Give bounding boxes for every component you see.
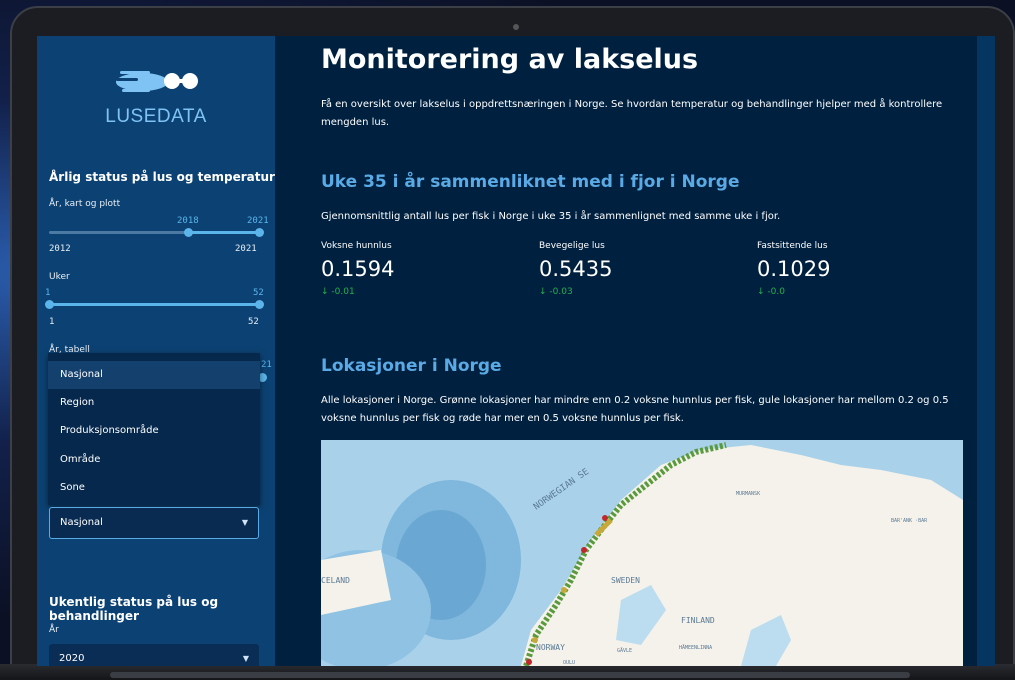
annual-status-heading: Årlig status på lus og temperatur [49,170,275,184]
metric-bevegelige-lus: Bevegelige lus 0.5435 ↓ -0.03 [539,241,739,297]
metric-voksne-hunnlus: Voksne hunnlus 0.1594 ↓ -0.01 [321,241,521,297]
weekly-year-label: År [49,625,59,635]
metric-delta: ↓ -0.01 [321,287,355,297]
year-slider-high-handle[interactable] [255,228,264,237]
week-comparison-heading: Uke 35 i år sammenliknet med i fjor i No… [321,172,740,192]
map-label-sweden: SWEDEN [611,576,640,585]
page-title: Monitorering av lakselus [321,44,699,75]
map-label-barents: BAR'ANK ·BAR [891,518,928,524]
map-label-norway: NORWAY [536,643,565,652]
year-slider-label: År, kart og plott [49,199,121,209]
intro-text: Få en oversikt over lakselus i oppdretts… [321,99,943,128]
dropdown-option-nasjonal[interactable]: Nasjonal [48,361,260,389]
app-window: LUSEDATA Årlig status på lus og temperat… [37,36,995,666]
sidebar: LUSEDATA Årlig status på lus og temperat… [37,36,275,666]
locations-description: Alle lokasjoner i Norge. Grønne lokasjon… [321,395,949,424]
arrow-down-icon: ↓ [757,287,765,297]
weeks-slider-low-handle[interactable] [45,300,54,309]
year-slider-min: 2012 [49,244,71,254]
laptop-base-notch [110,672,910,678]
locations-map[interactable]: NORWEGIAN SE CELAND SWEDEN FINLAND NORWA… [321,440,963,666]
level-dropdown-menu: Nasjonal Region Produksjonsområde Område… [48,353,260,505]
year-slider-high-value: 2021 [247,216,269,226]
metric-label: Fastsittende lus [757,241,828,251]
weeks-slider-label: Uker [49,272,70,282]
level-select[interactable]: Nasjonal ▼ [49,507,259,539]
year-slider-low-value: 2018 [177,216,199,226]
metric-delta: ↓ -0.0 [757,287,785,297]
level-select-value: Nasjonal [60,517,103,528]
year-slider-range [189,231,259,234]
weeks-slider-high-value: 52 [253,288,264,298]
chevron-down-icon: ▼ [242,654,249,663]
year-slider-low-handle[interactable] [184,228,193,237]
map-label-iceland: CELAND [321,576,350,585]
arrow-down-icon: ↓ [321,287,329,297]
weeks-slider-min: 1 [49,317,55,327]
scrollbar-strip[interactable] [977,36,995,666]
chevron-down-icon: ▼ [241,518,248,527]
weekly-year-select-value: 2020 [59,653,85,664]
map-label-gavle: GÄVLE [617,647,632,654]
dropdown-option-produksjonsomrade[interactable]: Produksjonsområde [48,417,260,445]
metric-label: Bevegelige lus [539,241,605,251]
weeks-slider-high-handle[interactable] [255,300,264,309]
metric-delta: ↓ -0.03 [539,287,573,297]
dropdown-option-omrade[interactable]: Område [48,446,260,474]
main-content: Monitorering av lakselus Få en oversikt … [275,36,995,666]
metric-value: 0.5435 [539,257,613,281]
metric-value: 0.1594 [321,257,395,281]
weeks-slider-max: 52 [248,317,259,327]
map-label-finland: FINLAND [681,616,715,625]
weeks-slider-low-value: 1 [45,288,51,298]
metric-fastsittende-lus: Fastsittende lus 0.1029 ↓ -0.0 [757,241,957,297]
map-label-hameenlinna: HÄMEENLINNA [679,644,712,651]
weeks-slider-track[interactable] [49,303,261,306]
logo-text: LUSEDATA [105,106,207,127]
metric-value: 0.1029 [757,257,831,281]
week-comparison-description: Gjennomsnittlig antall lus per fisk i No… [321,211,781,222]
logo-fish-icon [116,71,198,92]
map-label-oulu: OULU [563,660,575,666]
table-year-hidden-value: 21 [261,360,272,370]
year-slider-max: 2021 [235,244,257,254]
metric-label: Voksne hunnlus [321,241,392,251]
arrow-down-icon: ↓ [539,287,547,297]
weekly-status-heading: Ukentlig status på lus og behandlinger [49,595,219,623]
map-label-murmansk: MURMANSK [736,491,760,497]
dropdown-option-region[interactable]: Region [48,389,260,417]
dropdown-option-sone[interactable]: Sone [48,474,260,502]
locations-heading: Lokasjoner i Norge [321,356,502,376]
webcam [513,24,519,30]
weekly-year-select[interactable]: 2020 ▼ [49,644,259,666]
map-canvas: NORWEGIAN SE CELAND SWEDEN FINLAND NORWA… [321,440,963,666]
